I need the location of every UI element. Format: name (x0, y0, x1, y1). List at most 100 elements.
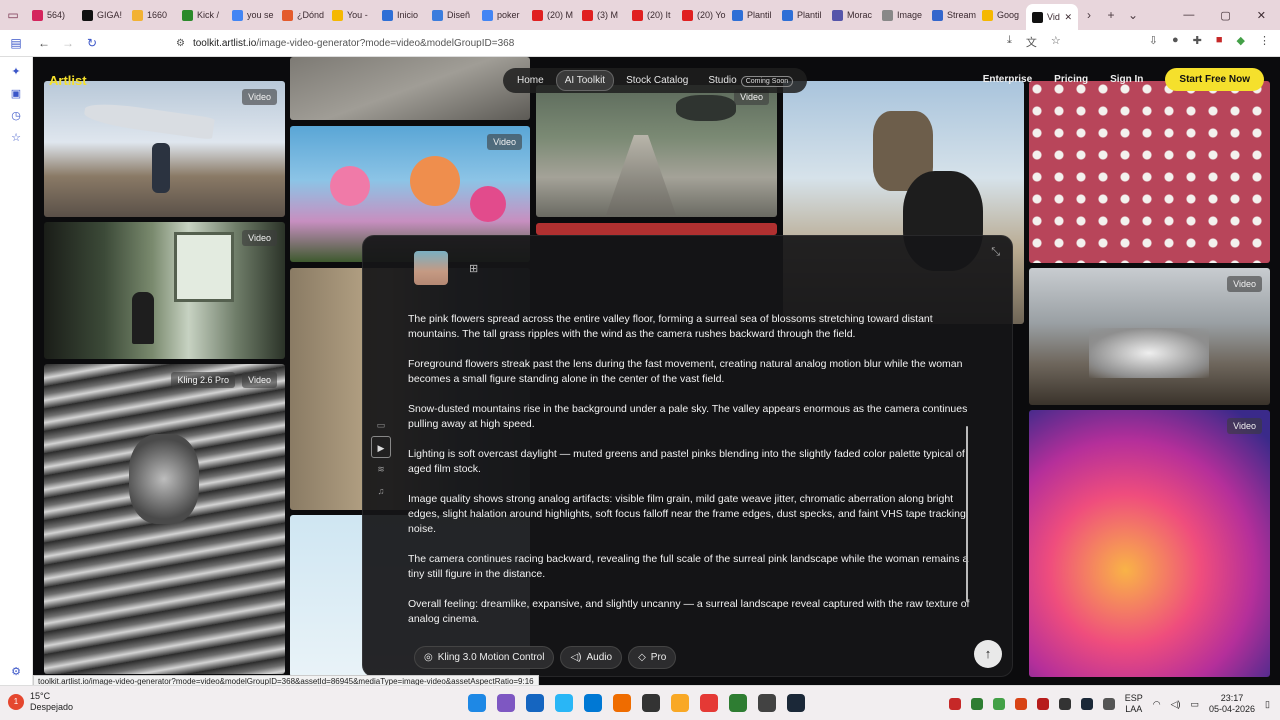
downloads-icon[interactable]: ⇩ (1149, 34, 1158, 50)
gallery-tile-airplane[interactable]: Video (44, 81, 285, 217)
browser-tab[interactable]: (20) M (526, 4, 576, 26)
taskbar-app-icon[interactable] (526, 694, 544, 712)
pro-chip[interactable]: ◇ Pro (628, 646, 677, 669)
forward-icon[interactable]: → (56, 36, 80, 50)
taskbar-app-icon[interactable] (613, 694, 631, 712)
start-free-button[interactable]: Start Free Now (1165, 68, 1264, 91)
send-button[interactable]: ↑ (974, 640, 1002, 668)
taskbar-app-icon[interactable] (700, 694, 718, 712)
wifi-icon[interactable]: ◠ (1153, 699, 1161, 710)
collapse-icon[interactable]: ⤡ (991, 246, 1000, 259)
gallery-tile-polka-dress[interactable] (1029, 81, 1270, 263)
history-icon[interactable]: ◷ (9, 109, 23, 123)
tab-active[interactable]: Vid ✕ (1026, 4, 1078, 30)
taskbar-app-icon[interactable] (787, 694, 805, 712)
close-window-icon[interactable]: ✕ (1257, 9, 1266, 22)
sidebar-toggle-icon[interactable]: ▤ (0, 36, 32, 50)
language-indicator[interactable]: ESP LAA (1125, 693, 1143, 715)
taskbar-app-icon[interactable] (758, 694, 776, 712)
image-mode-icon[interactable]: ▭ (371, 414, 391, 436)
browser-tab[interactable]: Inicio (376, 4, 426, 26)
extension-green-icon[interactable]: ◆ (1237, 34, 1245, 50)
extension-red-icon[interactable]: ■ (1216, 34, 1223, 50)
browser-tab[interactable]: 564) (26, 4, 76, 26)
browser-tab[interactable]: poker (476, 4, 526, 26)
music-mode-icon[interactable]: ♫ (371, 480, 391, 502)
taskbar-app-icon[interactable] (729, 694, 747, 712)
nav-stock-catalog[interactable]: Stock Catalog (618, 71, 696, 90)
model-chip[interactable]: ◎ Kling 3.0 Motion Control (414, 646, 555, 669)
weather-widget[interactable]: 1 15°C Despejado (8, 691, 73, 713)
gallery-tile-chrome-face[interactable]: Kling 2.6 Pro Video (44, 364, 285, 674)
add-image-icon[interactable]: ⊞ (469, 262, 478, 275)
signin-link[interactable]: Sign In (1110, 74, 1143, 85)
browser-tab[interactable]: ¿Dónd (276, 4, 326, 26)
prompt-scrollbar[interactable] (966, 426, 968, 602)
tray-app-icon[interactable] (948, 698, 961, 710)
taskbar-app-icon[interactable] (497, 694, 515, 712)
tray-app-icon[interactable] (1036, 698, 1049, 710)
back-icon[interactable]: ← (32, 36, 56, 50)
clock[interactable]: 23:17 05-04-2026 (1209, 693, 1255, 715)
gallery-tile-red-strip[interactable] (536, 223, 777, 235)
notifications-icon[interactable]: ▯ (1265, 699, 1270, 710)
maximize-icon[interactable]: ▢ (1220, 9, 1230, 22)
minimize-icon[interactable]: — (1183, 9, 1194, 21)
copilot-icon[interactable]: ✦ (9, 65, 23, 79)
taskbar-app-icon[interactable] (468, 694, 486, 712)
volume-icon[interactable]: ◁) (1171, 699, 1181, 710)
bookmark-star-icon[interactable]: ☆ (1051, 34, 1061, 50)
address-bar[interactable]: ⚙ toolkit.artlist.io/image-video-generat… (176, 34, 1056, 53)
taskbar-app-icon[interactable] (584, 694, 602, 712)
browser-tab[interactable]: Morac (826, 4, 876, 26)
tray-app-icon[interactable] (1102, 698, 1115, 710)
reference-image-thumbnail[interactable] (414, 251, 448, 285)
taskbar-app-icon[interactable] (671, 694, 689, 712)
nav-ai-toolkit[interactable]: AI Toolkit (555, 70, 615, 91)
taskbar-app-icon[interactable] (555, 694, 573, 712)
browser-tab[interactable]: (20) It (626, 4, 676, 26)
artlist-logo[interactable]: Artlist (49, 73, 87, 88)
favorites-icon[interactable]: ☆ (9, 131, 23, 145)
browser-tab[interactable]: you se (226, 4, 276, 26)
tab-search-icon[interactable]: ⌄ (1122, 8, 1144, 22)
browser-tab[interactable]: (3) M (576, 4, 626, 26)
browser-tab[interactable]: Kick / (176, 4, 226, 26)
browser-tab[interactable]: You - (326, 4, 376, 26)
menu-icon[interactable]: ⋮ (1259, 34, 1270, 50)
browser-tab[interactable]: Image (876, 4, 926, 26)
gallery-tile-ship[interactable]: Video (1029, 268, 1270, 405)
gallery-tile-road[interactable] (290, 57, 530, 120)
gallery-tile-helicopter-train[interactable]: Video (536, 85, 777, 217)
browser-tab[interactable]: Diseñ (426, 4, 476, 26)
taskbar-app-icon[interactable] (642, 694, 660, 712)
gallery-tile-nebula[interactable]: Video (1029, 410, 1270, 677)
browser-tab[interactable]: Stream (926, 4, 976, 26)
browser-tab[interactable]: 1660 (126, 4, 176, 26)
enterprise-link[interactable]: Enterprise (983, 74, 1032, 85)
audio-chip[interactable]: ◁) Audio (560, 646, 623, 669)
browser-tab[interactable]: Plantil (776, 4, 826, 26)
gallery-tile-window-room[interactable]: Video (44, 222, 285, 359)
profile-icon[interactable]: ● (1172, 34, 1179, 50)
audio-mode-icon[interactable]: ≋ (371, 458, 391, 480)
close-tab-icon[interactable]: ✕ (1064, 12, 1072, 23)
reload-icon[interactable]: ↻ (80, 36, 104, 50)
pricing-link[interactable]: Pricing (1054, 74, 1088, 85)
nav-studio[interactable]: Studio Coming Soon (700, 71, 801, 90)
site-info-icon[interactable]: ⚙ (176, 38, 185, 49)
collections-icon[interactable]: ▣ (9, 87, 23, 101)
nav-home[interactable]: Home (509, 71, 552, 90)
tray-app-icon[interactable] (1014, 698, 1027, 710)
tab-actions-icon[interactable]: ▭ (0, 0, 26, 30)
prompt-text[interactable]: The pink flowers spread across the entir… (408, 312, 970, 642)
sidebar-settings-icon[interactable]: ⚙ (9, 665, 23, 679)
tray-app-icon[interactable] (1080, 698, 1093, 710)
browser-tab[interactable]: GIGA! (76, 4, 126, 26)
extensions-icon[interactable]: ✚ (1193, 34, 1202, 50)
tray-app-icon[interactable] (992, 698, 1005, 710)
new-tab-icon[interactable]: + (1100, 8, 1122, 22)
browser-tab[interactable]: (20) Yo (676, 4, 726, 26)
tray-app-icon[interactable] (970, 698, 983, 710)
browser-tab[interactable]: Plantil (726, 4, 776, 26)
